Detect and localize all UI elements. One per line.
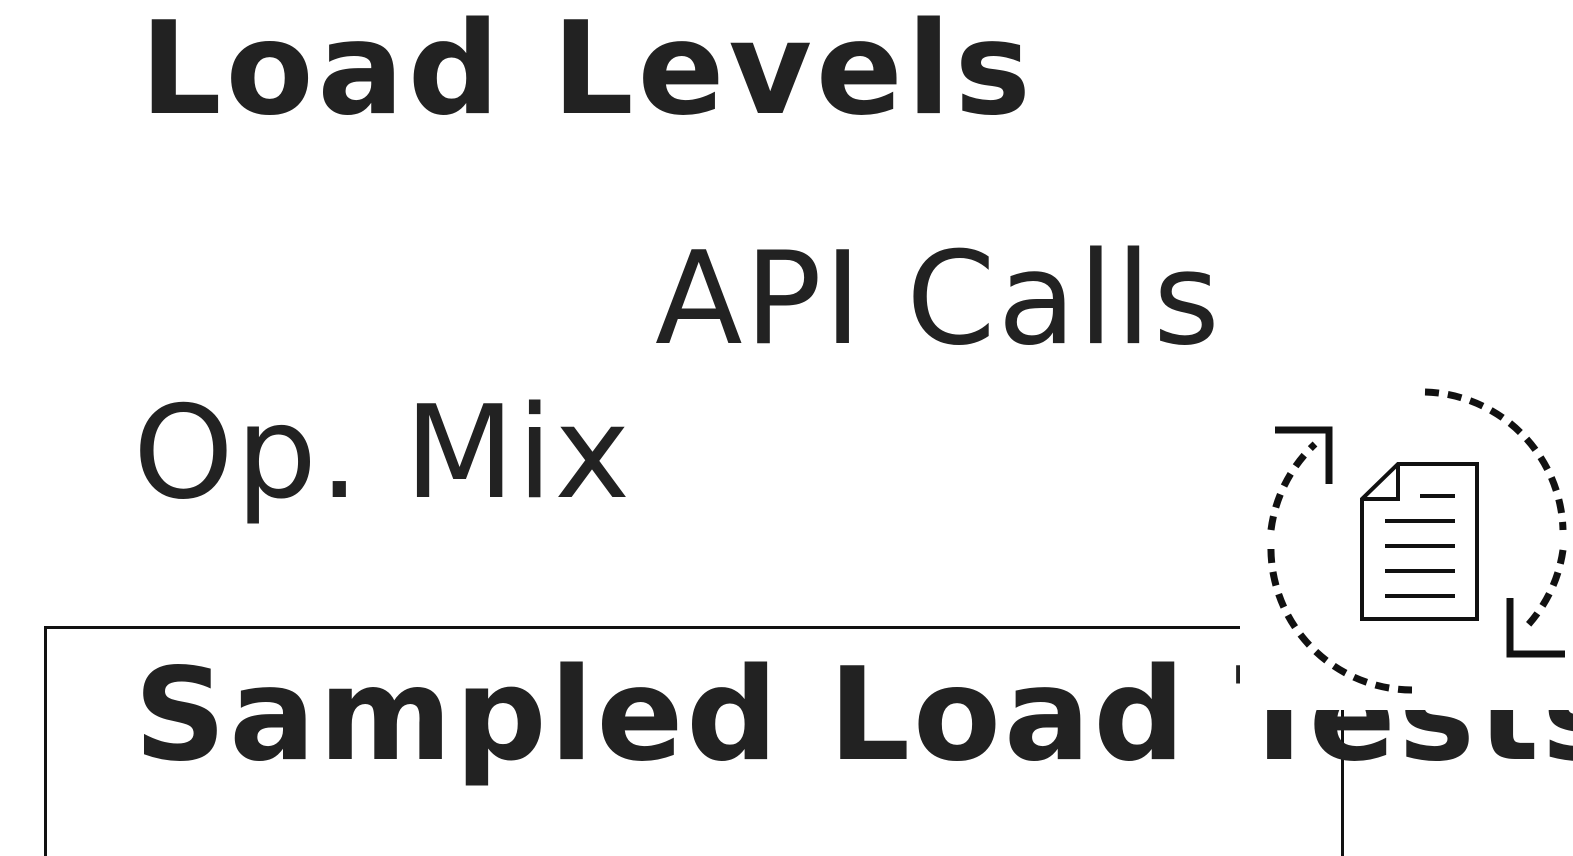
op-mix-label: Op. Mix: [133, 379, 633, 528]
load-levels-label: Load Levels: [140, 0, 1035, 144]
refresh-cycle-icon: [1240, 380, 1573, 710]
document-icon: [1360, 462, 1479, 621]
api-calls-label: API Calls: [655, 225, 1222, 374]
